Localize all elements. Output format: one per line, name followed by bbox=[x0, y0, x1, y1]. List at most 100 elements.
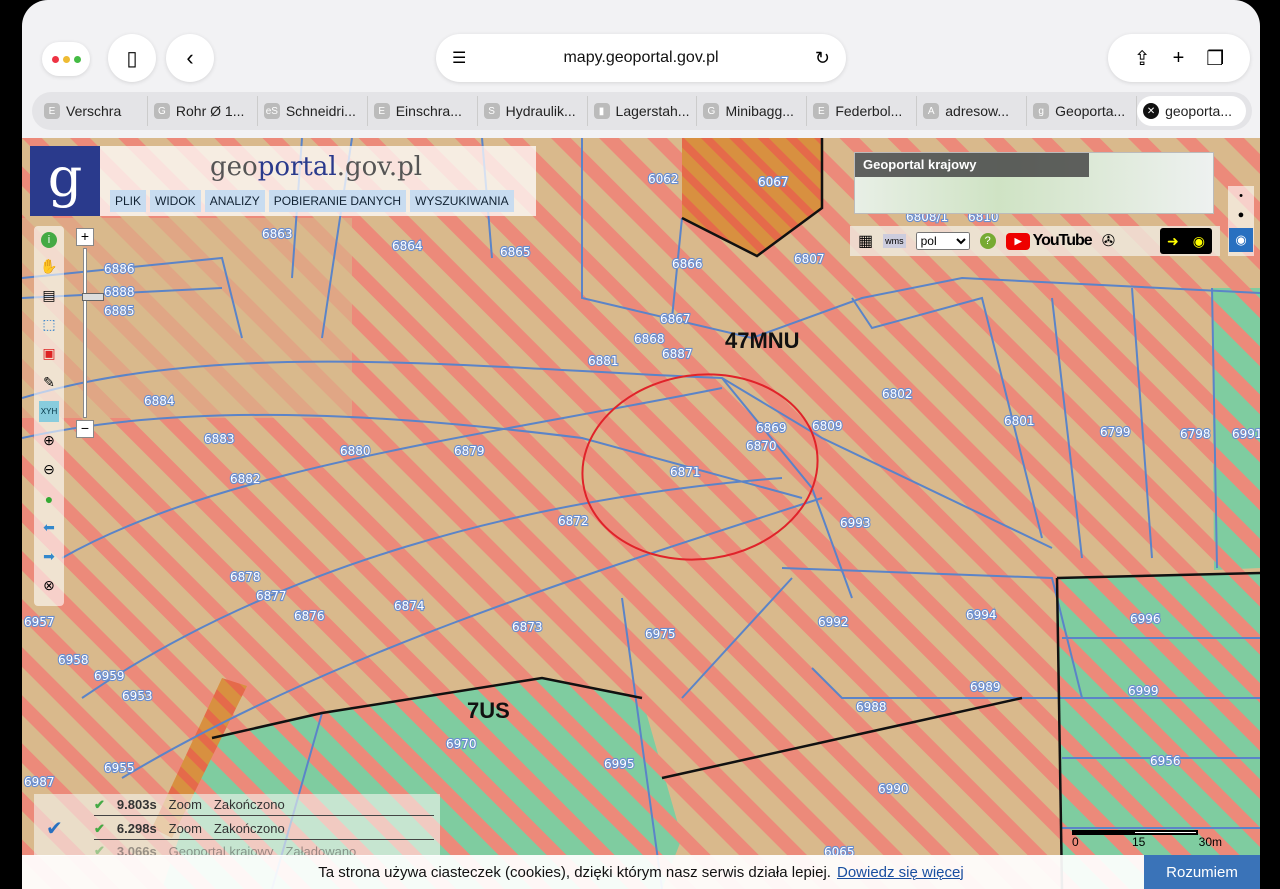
parcel-label[interactable]: 6802 bbox=[881, 386, 914, 402]
map-view[interactable]: 47MNU 7US 6863 6864 6865 6866 6867 6868 6881 68… bbox=[22, 138, 1260, 889]
parcel-label[interactable]: 6991 bbox=[1231, 426, 1260, 442]
parcel-label[interactable]: 6992 bbox=[817, 614, 850, 630]
globe-icon[interactable]: ● bbox=[39, 488, 59, 509]
tabs-overview-icon[interactable]: ❐ bbox=[1206, 46, 1224, 71]
back-icon[interactable]: ‹ bbox=[166, 34, 214, 82]
parcel-label[interactable]: 6990 bbox=[877, 781, 910, 797]
parcel-label[interactable]: 6884 bbox=[143, 393, 176, 409]
parcel-label[interactable]: 6871 bbox=[669, 464, 702, 480]
parcel-label[interactable]: 6870 bbox=[745, 438, 778, 454]
page-menu-icon[interactable]: ☰ bbox=[452, 48, 466, 68]
parcel-label[interactable]: 6865 bbox=[499, 244, 532, 260]
parcel-label[interactable]: 6799 bbox=[1099, 424, 1132, 440]
new-tab-icon[interactable]: + bbox=[1173, 47, 1185, 70]
parcel-label[interactable]: 6987 bbox=[23, 774, 56, 790]
menu-widok[interactable]: WIDOK bbox=[150, 190, 201, 212]
help-icon[interactable]: ? bbox=[979, 233, 996, 249]
parcel-label[interactable]: 6996 bbox=[1129, 611, 1162, 627]
parcel-label[interactable]: 6988 bbox=[855, 699, 888, 715]
parcel-label[interactable]: 6957 bbox=[23, 614, 56, 630]
parcel-label[interactable]: 6999 bbox=[1127, 683, 1160, 699]
xyz-coordinates-icon[interactable]: XYH bbox=[39, 401, 59, 422]
parcel-label[interactable]: 6994 bbox=[965, 607, 998, 623]
parcel-label[interactable]: 6067 bbox=[757, 174, 790, 190]
tab-item[interactable]: E Verschra bbox=[38, 96, 148, 126]
tab-item[interactable]: g Geoporta... bbox=[1027, 96, 1138, 126]
share-icon[interactable]: ⇪ bbox=[1134, 46, 1151, 71]
tab-item[interactable]: ▮ Lagerstah... bbox=[588, 96, 698, 126]
menu-wyszukiwania[interactable]: WYSZUKIWANIA bbox=[410, 190, 514, 212]
parcel-label[interactable]: 6953 bbox=[121, 688, 154, 704]
checkmark-icon[interactable]: ✔ bbox=[46, 816, 63, 841]
tab-item[interactable]: ✕ geoporta... bbox=[1137, 96, 1246, 126]
legend-icon[interactable]: ▤ bbox=[39, 285, 59, 306]
cookie-more-link[interactable]: Dowiedz się więcej bbox=[837, 864, 964, 881]
grid-icon[interactable]: ▦ bbox=[858, 231, 873, 251]
tab-item[interactable]: G Minibagg... bbox=[697, 96, 808, 126]
parcel-label[interactable]: 6807 bbox=[793, 251, 826, 267]
reload-icon[interactable]: ↻ bbox=[815, 48, 830, 69]
zoom-track[interactable] bbox=[82, 248, 104, 418]
address-bar[interactable]: ☰ mapy.geoportal.gov.pl ↻ bbox=[436, 34, 846, 82]
parcel-label[interactable]: 6062 bbox=[647, 171, 680, 187]
film-reel-icon[interactable]: ✇ bbox=[1102, 231, 1115, 251]
zoom-out-icon[interactable]: ⊖ bbox=[39, 459, 59, 480]
accessibility-button[interactable]: ➜ ◉ bbox=[1160, 228, 1212, 254]
cookie-accept-button[interactable]: Rozumiem bbox=[1144, 855, 1260, 889]
parcel-label[interactable]: 6888 bbox=[103, 284, 136, 300]
parcel-label[interactable]: 6809 bbox=[811, 418, 844, 434]
geoportal-logo[interactable]: g bbox=[30, 146, 100, 216]
parcel-label[interactable]: 6878 bbox=[229, 569, 262, 585]
zoom-minus-button[interactable]: − bbox=[76, 420, 94, 438]
zoom-plus-button[interactable]: + bbox=[76, 228, 94, 246]
zoom-knob[interactable] bbox=[82, 293, 104, 301]
zoom-in-icon[interactable]: ⊕ bbox=[39, 430, 59, 451]
settings-gear-icon[interactable]: • bbox=[1239, 190, 1243, 202]
tab-item[interactable]: S Hydraulik... bbox=[478, 96, 588, 126]
tab-item[interactable]: Aadresow... bbox=[917, 96, 1028, 126]
tab-item[interactable]: E Einschra... bbox=[368, 96, 478, 126]
tab-item[interactable]: G Rohr Ø 1... bbox=[148, 96, 258, 126]
parcel-label[interactable]: 6887 bbox=[661, 346, 694, 362]
parcel-label[interactable]: 6955 bbox=[103, 760, 136, 776]
parcel-label[interactable]: 6995 bbox=[603, 756, 636, 772]
pencil-icon[interactable]: ✎ bbox=[39, 372, 59, 393]
dot-icon[interactable]: ● bbox=[1238, 209, 1245, 221]
parcel-label[interactable]: 6798 bbox=[1179, 426, 1212, 442]
forward-arrow-icon[interactable]: ➡ bbox=[39, 546, 59, 567]
parcel-label[interactable]: 6873 bbox=[511, 619, 544, 635]
info-icon[interactable]: i bbox=[41, 232, 57, 248]
parcel-label[interactable]: 6958 bbox=[57, 652, 90, 668]
parcel-label[interactable]: 6880 bbox=[339, 443, 372, 459]
zoom-slider[interactable]: + − bbox=[76, 228, 104, 438]
parcel-label[interactable]: 6881 bbox=[587, 353, 620, 369]
parcel-label[interactable]: 6866 bbox=[671, 256, 704, 272]
menu-pobieranie-danych[interactable]: POBIERANIE DANYCH bbox=[268, 190, 407, 212]
select-red-icon[interactable]: ▣ bbox=[39, 343, 59, 364]
parcel-label[interactable]: 6970 bbox=[445, 736, 478, 752]
sidebar-toggle-icon[interactable]: ▯ bbox=[108, 34, 156, 82]
parcel-label[interactable]: 6867 bbox=[659, 311, 692, 327]
pan-hand-icon[interactable]: ✋ bbox=[39, 256, 59, 277]
parcel-label[interactable]: 6874 bbox=[393, 598, 426, 614]
language-select[interactable]: pol bbox=[915, 232, 970, 250]
parcel-label[interactable]: 6989 bbox=[969, 679, 1002, 695]
parcel-label[interactable]: 6877 bbox=[255, 588, 288, 604]
parcel-label[interactable]: 6882 bbox=[229, 471, 262, 487]
parcel-label[interactable]: 6868 bbox=[633, 331, 666, 347]
youtube-link[interactable]: ▶ YouTube bbox=[1005, 232, 1093, 250]
parcel-label[interactable]: 6869 bbox=[755, 420, 788, 436]
parcel-label[interactable]: 6959 bbox=[93, 668, 126, 684]
parcel-label[interactable]: 6872 bbox=[557, 513, 590, 529]
parcel-label[interactable]: 6801 bbox=[1003, 413, 1036, 429]
select-area-icon[interactable]: ⬚ bbox=[39, 314, 59, 335]
overview-map[interactable]: Geoportal krajowy bbox=[854, 152, 1214, 214]
parcel-label[interactable]: 6883 bbox=[203, 431, 236, 447]
tab-item[interactable]: eS Schneidri... bbox=[258, 96, 368, 126]
parcel-label[interactable]: 6864 bbox=[391, 238, 424, 254]
parcel-label[interactable]: 6993 bbox=[839, 515, 872, 531]
window-dots-button[interactable] bbox=[42, 42, 90, 76]
parcel-label[interactable]: 6886 bbox=[103, 261, 136, 277]
parcel-label[interactable]: 6956 bbox=[1149, 753, 1182, 769]
tab-item[interactable]: E Federbol... bbox=[807, 96, 918, 126]
